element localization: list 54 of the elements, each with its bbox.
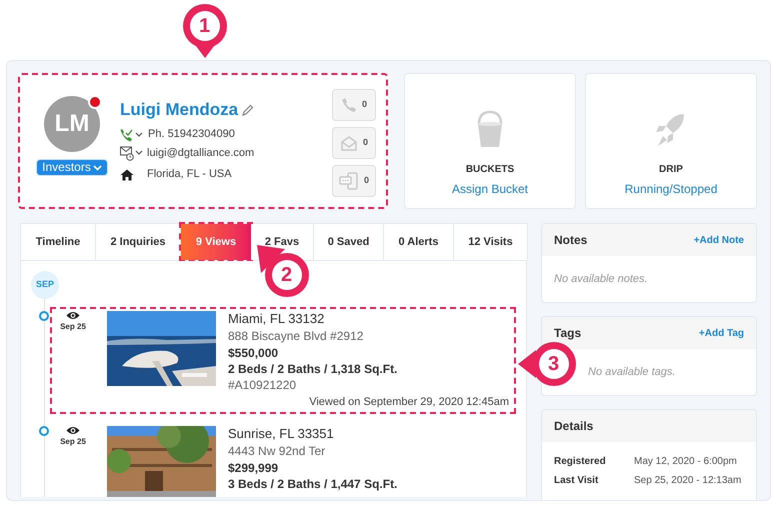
eye-icon <box>66 426 80 435</box>
phone-number: Ph. 51942304090 <box>148 127 235 142</box>
detail-value: May 12, 2020 - 6:00pm <box>634 455 737 469</box>
group-dropdown[interactable]: Investors <box>36 159 108 176</box>
chevron-icon <box>92 164 102 170</box>
panel-title: Notes <box>554 232 588 249</box>
envelope-clock-icon[interactable] <box>120 146 144 161</box>
card-title: DRIP <box>659 163 683 177</box>
call-counter-button[interactable]: 0 <box>332 89 376 121</box>
timeline-entry[interactable]: Sep 25 Sunrise, FL 33351 4443 Nw 92nd Ter $299,999 3 Beds / 2 Baths / 1,447 Sq.Ft. <box>50 422 516 497</box>
timeline-entry[interactable]: Sep 25 Miami, FL 33132 888 Biscayne Blvd #2912 $550,000 2 Beds / 2 Baths / 1,318 Sq.Ft. #A10921220 Viewed on September 29, 2020 12:45am <box>50 307 516 414</box>
bucket-icon <box>476 110 504 148</box>
property-city[interactable]: Miami, FL 33132 <box>228 311 509 327</box>
month-badge: SEP <box>31 271 59 299</box>
viewed-timestamp: Viewed on September 29, 2020 12:45am <box>309 396 509 408</box>
email-counter-button[interactable]: 0 <box>332 127 376 159</box>
property-address: 4443 Nw 92nd Ter <box>228 443 326 459</box>
detail-label: Last Visit <box>554 474 600 488</box>
detail-label: Registered <box>554 455 607 469</box>
property-address: 888 Biscayne Blvd #2912 <box>228 328 364 344</box>
property-price: $550,000 <box>228 345 280 361</box>
card-link[interactable]: Assign Bucket <box>452 180 528 198</box>
eye-icon <box>66 311 80 320</box>
empty-message: No available notes. <box>554 272 648 287</box>
phone-check-icon[interactable] <box>120 128 144 142</box>
envelope-icon <box>340 135 358 151</box>
location: Florida, FL - USA <box>147 167 232 182</box>
callout-number: 3 <box>548 354 560 374</box>
panel-title: Details <box>554 418 594 435</box>
pencil-icon[interactable] <box>242 104 254 116</box>
tab[interactable]: 9 Views <box>181 224 251 260</box>
contact-name: Luigi Mendoza <box>120 99 238 121</box>
listing-number: #A10921220 <box>228 377 298 393</box>
property-price: $299,999 <box>228 460 280 476</box>
callout-number: 2 <box>281 265 292 285</box>
card-link[interactable]: Running/Stopped <box>624 180 718 198</box>
avatar: LM <box>44 96 100 152</box>
property-specs: 3 Beds / 2 Baths / 1,447 Sq.Ft. <box>228 476 398 492</box>
callout-pin <box>181 2 229 60</box>
phone-icon <box>340 97 357 113</box>
house-icon <box>120 168 134 180</box>
detail-value: Sep 25, 2020 - 12:13am <box>634 474 742 488</box>
property-specs: 2 Beds / 2 Baths / 1,318 Sq.Ft. <box>228 361 398 377</box>
card-title: BUCKETS <box>466 163 514 177</box>
property-city[interactable]: Sunrise, FL 33351 <box>228 426 509 442</box>
empty-message: No available tags. <box>588 364 676 380</box>
rocket-icon <box>655 112 687 148</box>
devices-icon <box>338 172 359 190</box>
view-date: Sep 25 <box>60 436 86 448</box>
email-address: luigi@dgtalliance.com <box>147 146 254 162</box>
view-date: Sep 25 <box>60 321 86 333</box>
panel-title: Tags <box>554 325 582 342</box>
sms-counter-button[interactable]: 0 <box>332 165 376 197</box>
callout-number: 1 <box>199 16 210 36</box>
